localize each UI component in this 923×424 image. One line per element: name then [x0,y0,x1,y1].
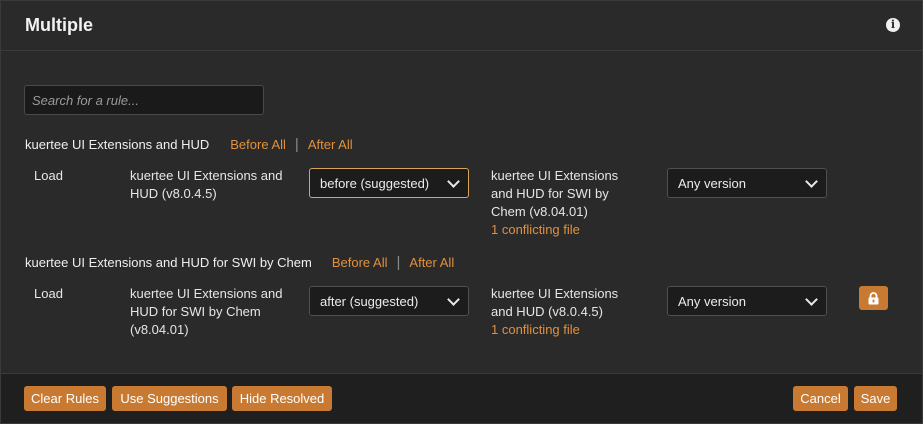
relation-select-value: after (suggested) [320,293,419,309]
chevron-down-icon [447,292,460,306]
conflicting-files-link[interactable]: 1 conflicting file [491,321,618,339]
rule-source-line: HUD (v8.0.4.5) [130,186,217,201]
after-all-link[interactable]: After All [409,255,454,270]
save-button[interactable]: Save [854,386,897,411]
cancel-button[interactable]: Cancel [793,386,848,411]
group-header-1: kuertee UI Extensions and HUD Before All… [25,136,353,153]
chevron-down-icon [805,292,818,306]
rule-source-line: (v8.04.01) [130,322,189,337]
hide-resolved-button[interactable]: Hide Resolved [232,386,332,411]
rule-source-line: kuertee UI Extensions and [130,168,283,183]
separator: | [294,136,299,153]
group-header-2: kuertee UI Extensions and HUD for SWI by… [25,254,454,271]
rules-dialog: Multiple i kuertee UI Extensions and HUD… [0,0,923,424]
before-all-link[interactable]: Before All [332,255,388,270]
version-select[interactable]: Any version [667,168,827,198]
group-name: kuertee UI Extensions and HUD for SWI by… [25,255,312,270]
clear-rules-button[interactable]: Clear Rules [24,386,106,411]
rule-type-label: Load [34,286,63,301]
relation-select[interactable]: before (suggested) [309,168,469,198]
rule-source: kuertee UI Extensions and HUD for SWI by… [130,285,282,339]
group-name: kuertee UI Extensions and HUD [25,137,210,152]
relation-select[interactable]: after (suggested) [309,286,469,316]
info-icon[interactable]: i [886,17,900,32]
rule-target: kuertee UI Extensions and HUD for SWI by… [491,167,618,239]
rule-target: kuertee UI Extensions and HUD (v8.0.4.5)… [491,285,618,339]
rule-target-line: and HUD (v8.0.4.5) [491,304,603,319]
use-suggestions-button[interactable]: Use Suggestions [112,386,227,411]
dialog-body: kuertee UI Extensions and HUD Before All… [1,51,922,372]
before-all-link[interactable]: Before All [230,137,286,152]
rule-source: kuertee UI Extensions and HUD (v8.0.4.5) [130,167,282,203]
after-all-link[interactable]: After All [308,137,353,152]
rule-source-line: HUD for SWI by Chem [130,304,261,319]
version-select[interactable]: Any version [667,286,827,316]
dialog-title: Multiple [25,15,93,35]
rule-type-label: Load [34,168,63,183]
dialog-header: Multiple i [1,1,922,51]
rule-search-input[interactable] [24,85,264,115]
rule-target-line: kuertee UI Extensions [491,286,619,301]
rule-target-line: kuertee UI Extensions [491,168,619,183]
dialog-footer: Clear Rules Use Suggestions Hide Resolve… [1,373,922,423]
lock-rule-button[interactable] [859,286,888,310]
relation-select-value: before (suggested) [320,175,430,191]
conflicting-files-link[interactable]: 1 conflicting file [491,221,618,239]
rule-target-line: and HUD for SWI by [491,186,609,201]
rule-source-line: kuertee UI Extensions and [130,286,283,301]
version-select-value: Any version [678,293,746,309]
separator: | [396,254,401,271]
version-select-value: Any version [678,175,746,191]
chevron-down-icon [447,174,460,188]
chevron-down-icon [805,174,818,188]
lock-icon [868,291,879,304]
rule-target-line: Chem (v8.04.01) [491,204,588,219]
